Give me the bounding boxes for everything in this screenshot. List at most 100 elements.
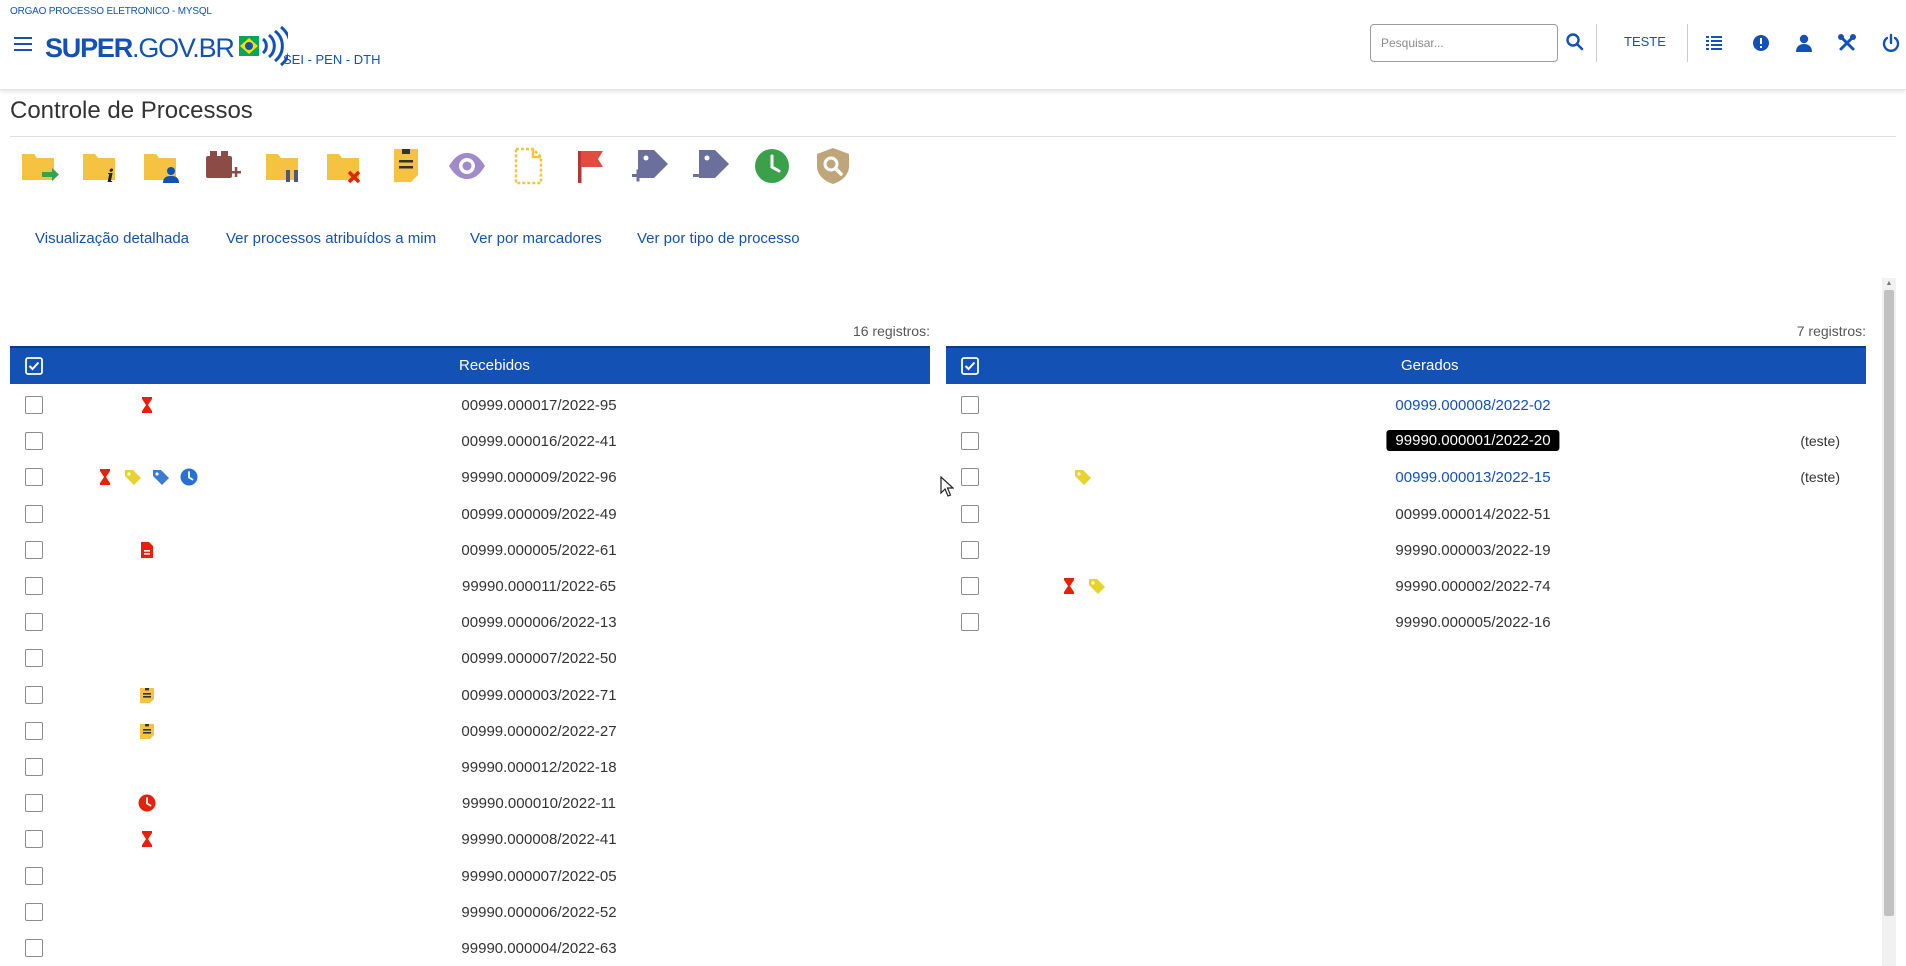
new-relationship-icon[interactable] [203, 146, 243, 186]
process-number-link[interactable]: 99990.000003/2022-19 [1395, 542, 1550, 559]
logo[interactable]: SUPER.GOV.BR [45, 26, 288, 70]
process-number-link[interactable]: 99990.000006/2022-52 [461, 904, 616, 921]
add-marker-icon[interactable] [630, 146, 670, 186]
process-number-link[interactable]: 00999.000016/2022-41 [461, 433, 616, 450]
search-icon[interactable] [1565, 32, 1585, 52]
user-icon[interactable] [1794, 33, 1814, 53]
search-shield-icon[interactable] [813, 146, 853, 186]
link-assigned-to-me[interactable]: Ver processos atribuídos a mim [226, 230, 436, 247]
row-checkbox[interactable] [25, 649, 43, 668]
hourglass-icon[interactable] [1059, 576, 1079, 596]
row-checkbox[interactable] [961, 577, 979, 595]
power-icon[interactable] [1881, 33, 1901, 53]
hourglass-icon[interactable] [137, 829, 157, 849]
process-number-link[interactable]: 00999.000008/2022-02 [1395, 397, 1550, 414]
alert-icon[interactable] [1751, 33, 1771, 53]
remove-marker-icon[interactable] [691, 146, 731, 186]
note-icon[interactable] [137, 721, 157, 741]
note-icon[interactable] [386, 146, 426, 186]
process-number-link[interactable]: 99990.000009/2022-96 [461, 469, 616, 486]
close-process-icon[interactable] [325, 146, 365, 186]
table-row: 00999.000014/2022-51 [946, 497, 1866, 533]
search-input[interactable] [1370, 24, 1558, 62]
assign-process-icon[interactable] [142, 146, 182, 186]
link-detailed-view[interactable]: Visualização detalhada [35, 230, 189, 247]
generated-count: 7 registros: [1796, 323, 1866, 339]
process-number-link[interactable]: 00999.000005/2022-61 [461, 542, 616, 559]
row-checkbox[interactable] [25, 758, 43, 776]
scroll-up-arrow[interactable]: ▲ [1884, 280, 1894, 290]
row-checkbox[interactable] [25, 540, 43, 559]
row-checkbox[interactable] [961, 613, 979, 632]
table-row: 99990.000012/2022-18 [10, 750, 930, 786]
mouse-cursor-icon [940, 476, 954, 497]
yellow-tag-icon[interactable] [123, 467, 143, 487]
row-checkbox[interactable] [25, 902, 43, 921]
hourglass-icon[interactable] [95, 467, 115, 487]
row-checkbox[interactable] [25, 468, 43, 487]
pause-process-icon[interactable] [264, 146, 304, 186]
process-number-link[interactable]: 99990.000012/2022-18 [461, 759, 616, 776]
system-name: SEI - PEN - DTH [283, 52, 381, 67]
unit-selector[interactable]: TESTE [1624, 34, 1666, 49]
link-view-by-markers[interactable]: Ver por marcadores [470, 230, 602, 247]
process-number-link[interactable]: 99990.000011/2022-65 [462, 578, 616, 595]
process-number-link[interactable]: 99990.000010/2022-11 [462, 795, 616, 812]
mark-visualized-icon[interactable] [447, 146, 487, 186]
row-checkbox[interactable] [25, 396, 43, 414]
process-number-link[interactable]: 99990.000001/2022-20 [1386, 430, 1560, 452]
table-row: 00999.000006/2022-13 [10, 605, 930, 641]
row-checkbox[interactable] [25, 830, 43, 849]
hourglass-icon[interactable] [137, 395, 157, 415]
row-checkbox[interactable] [25, 432, 43, 451]
process-number-link[interactable]: 99990.000004/2022-63 [461, 940, 616, 957]
red-document-icon[interactable] [137, 540, 157, 560]
row-checkbox[interactable] [25, 794, 43, 813]
process-number-link[interactable]: 99990.000008/2022-41 [461, 831, 616, 848]
tools-icon[interactable] [1837, 33, 1857, 53]
row-checkbox[interactable] [25, 577, 43, 595]
list-icon[interactable] [1704, 33, 1724, 53]
link-view-by-process-type[interactable]: Ver por tipo de processo [637, 230, 800, 247]
row-checkbox[interactable] [25, 504, 43, 523]
process-number-link[interactable]: 00999.000006/2022-13 [461, 614, 616, 631]
new-document-icon[interactable] [508, 146, 548, 186]
process-number-link[interactable]: 00999.000013/2022-15 [1395, 469, 1550, 486]
process-number-link[interactable]: 00999.000014/2022-51 [1395, 506, 1550, 523]
scrollbar-thumb[interactable] [1884, 290, 1894, 916]
table-row: 99990.000007/2022-05 [10, 859, 930, 895]
menu-icon[interactable] [14, 37, 32, 53]
process-number-link[interactable]: 99990.000007/2022-05 [461, 868, 616, 885]
clock-blue-icon[interactable] [179, 467, 199, 487]
flag-icon[interactable] [569, 146, 609, 186]
row-checkbox[interactable] [25, 866, 43, 885]
deadline-icon[interactable] [752, 146, 792, 186]
process-number-link[interactable]: 99990.000002/2022-74 [1395, 578, 1550, 595]
yellow-tag-icon[interactable] [1073, 467, 1093, 487]
process-number-link[interactable]: 00999.000017/2022-95 [461, 397, 616, 414]
process-number-link[interactable]: 00999.000009/2022-49 [461, 506, 616, 523]
process-number-link[interactable]: 00999.000002/2022-27 [461, 723, 616, 740]
row-checkbox[interactable] [25, 939, 43, 957]
row-checkbox[interactable] [961, 504, 979, 523]
process-number-link[interactable]: 99990.000005/2022-16 [1395, 614, 1550, 631]
row-checkbox[interactable] [961, 540, 979, 559]
row-checkbox[interactable] [961, 432, 979, 451]
send-process-icon[interactable] [20, 146, 60, 186]
process-number-link[interactable]: 00999.000003/2022-71 [461, 687, 616, 704]
row-checkbox[interactable] [25, 613, 43, 632]
row-checkbox[interactable] [961, 396, 979, 414]
blue-tag-icon[interactable] [151, 467, 171, 487]
select-all-checkbox[interactable] [24, 356, 44, 376]
process-info-icon[interactable]: i [81, 146, 121, 186]
row-checkbox[interactable] [25, 721, 43, 740]
row-checkbox[interactable] [961, 468, 979, 487]
row-checkbox[interactable] [25, 685, 43, 704]
table-row: 99990.000008/2022-41 [10, 822, 930, 858]
process-number-link[interactable]: 00999.000007/2022-50 [461, 650, 616, 667]
clock-red-icon[interactable] [137, 793, 157, 813]
table-row: 99990.000004/2022-63 [10, 931, 930, 966]
yellow-tag-icon[interactable] [1087, 576, 1107, 596]
select-all-checkbox[interactable] [960, 356, 980, 376]
note-icon[interactable] [137, 685, 157, 705]
